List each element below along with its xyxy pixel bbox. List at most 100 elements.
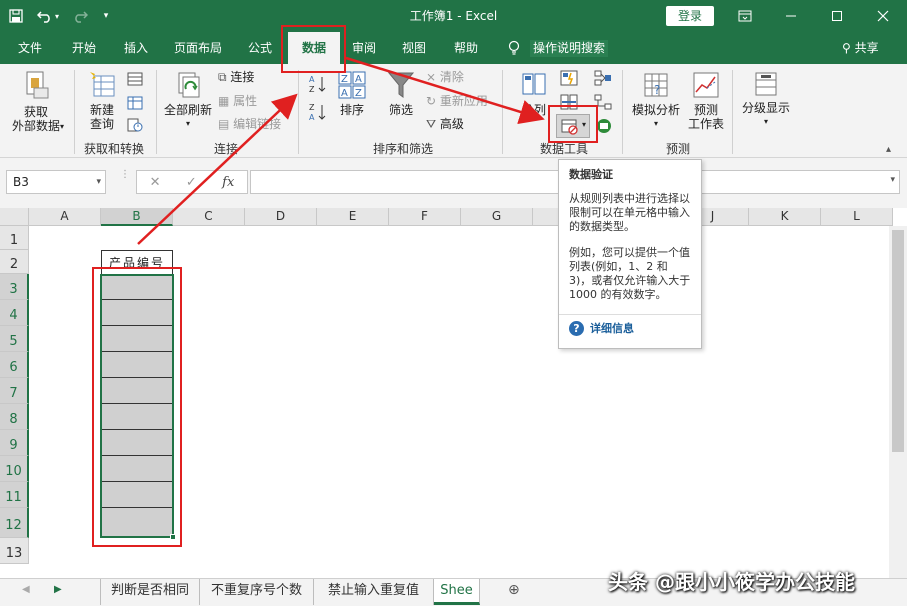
reapply-icon: ↻: [426, 94, 437, 108]
column-header-l[interactable]: L: [821, 208, 893, 226]
tab-help[interactable]: 帮助: [444, 32, 488, 64]
tell-me-search[interactable]: 操作说明搜索: [530, 40, 609, 57]
save-button[interactable]: [0, 0, 32, 32]
row-header-12[interactable]: 12: [0, 508, 29, 538]
data-model-icon[interactable]: [596, 118, 612, 134]
row-header-4[interactable]: 4: [0, 300, 29, 326]
recent-sources-icon[interactable]: [127, 118, 143, 132]
outline-button[interactable]: 分级显示 ▾: [736, 70, 796, 129]
data-validation-dropdown-icon[interactable]: ▾: [582, 120, 586, 129]
tab-formulas[interactable]: 公式: [238, 32, 282, 64]
scroll-left-icon[interactable]: ◀: [22, 584, 30, 595]
consolidate-icon[interactable]: [594, 70, 612, 86]
row-header-13[interactable]: 13: [0, 538, 29, 564]
tell-me-more-link[interactable]: ? 详细信息: [569, 321, 691, 336]
clear-filter-button[interactable]: ⨯ 清除: [426, 70, 486, 84]
get-external-data-button[interactable]: 获取 外部数据 ▾: [4, 70, 68, 133]
new-query-button[interactable]: 新建 查询: [78, 70, 126, 131]
row-header-2[interactable]: 2: [0, 250, 29, 274]
chevron-down-icon: ▾: [185, 119, 190, 128]
formula-bar-grip[interactable]: ⋮: [120, 170, 130, 180]
cell-b2[interactable]: 产品编号: [101, 250, 173, 274]
column-header-f[interactable]: F: [389, 208, 461, 226]
tab-view[interactable]: 视图: [392, 32, 436, 64]
add-sheet-icon[interactable]: ⊕: [508, 582, 520, 598]
tab-file[interactable]: 文件: [8, 32, 52, 64]
sheet-tab-unique-count[interactable]: 不重复序号个数: [200, 579, 314, 605]
column-header-e[interactable]: E: [317, 208, 389, 226]
row-header-6[interactable]: 6: [0, 352, 29, 378]
close-button[interactable]: [860, 0, 906, 32]
what-if-analysis-button[interactable]: ? 模拟分析 ▾: [628, 70, 684, 131]
undo-dropdown-icon[interactable]: ▾: [55, 12, 59, 21]
column-header-k[interactable]: K: [749, 208, 821, 226]
column-header-a[interactable]: A: [29, 208, 101, 226]
tab-home[interactable]: 开始: [62, 32, 106, 64]
chevron-down-icon[interactable]: ▾: [96, 171, 101, 193]
row-header-9[interactable]: 9: [0, 430, 29, 456]
advanced-filter-button[interactable]: ⛛ 高级: [426, 117, 486, 131]
sheet-tab-active[interactable]: Shee: [434, 579, 480, 605]
sheet-tab-no-duplicates[interactable]: 禁止输入重复值: [314, 579, 434, 605]
outline-icon: [755, 72, 777, 96]
from-table-icon[interactable]: [127, 96, 143, 110]
row-header-11[interactable]: 11: [0, 482, 29, 508]
properties-button[interactable]: ▦ 属性: [218, 94, 290, 108]
svg-text:A: A: [355, 74, 362, 85]
sort-button[interactable]: ZAAZ 排序: [332, 70, 372, 117]
row-header-3[interactable]: 3: [0, 274, 29, 300]
tab-data[interactable]: 数据: [288, 32, 340, 64]
edit-links-button[interactable]: ▤ 编辑链接: [218, 117, 294, 131]
flash-fill-icon[interactable]: [560, 70, 578, 86]
row-header-1[interactable]: 1: [0, 226, 29, 250]
properties-label: 属性: [233, 94, 258, 108]
fill-handle[interactable]: [170, 534, 176, 540]
scroll-right-icon[interactable]: ▶: [54, 584, 62, 595]
sheet-tab-same[interactable]: 判断是否相同: [100, 579, 200, 605]
data-validation-button[interactable]: ▾: [556, 114, 590, 138]
insert-function-icon[interactable]: fx: [222, 175, 234, 190]
sort-descending-icon[interactable]: ZA: [308, 102, 328, 122]
relationships-icon[interactable]: [594, 94, 612, 110]
row-header-5[interactable]: 5: [0, 326, 29, 352]
refresh-all-button[interactable]: 全部刷新 ▾: [160, 70, 216, 131]
forecast-sheet-button[interactable]: 预测 工作表: [686, 70, 726, 131]
row-header-10[interactable]: 10: [0, 456, 29, 482]
tab-insert[interactable]: 插入: [114, 32, 158, 64]
ribbon-display-options-button[interactable]: [722, 0, 768, 32]
sort-dialog-icon: Z AA Z: [338, 71, 366, 99]
svg-text:Z: Z: [341, 74, 348, 85]
login-button[interactable]: 登录: [666, 6, 714, 26]
tab-review[interactable]: 审阅: [342, 32, 386, 64]
filter-button[interactable]: 筛选: [380, 70, 422, 117]
minimize-button[interactable]: [768, 0, 814, 32]
redo-button[interactable]: [64, 0, 96, 32]
customize-qat-button[interactable]: ▾: [96, 0, 116, 32]
collapse-ribbon-button[interactable]: ▴: [886, 144, 891, 155]
share-button[interactable]: ⚲ 共享: [842, 32, 879, 64]
scrollbar-thumb[interactable]: [892, 230, 904, 452]
remove-duplicates-icon[interactable]: [560, 94, 578, 110]
cancel-icon[interactable]: ✕: [150, 175, 161, 190]
vertical-scrollbar[interactable]: [889, 226, 907, 578]
undo-button[interactable]: ▾: [32, 0, 64, 32]
name-box[interactable]: B3 ▾: [6, 170, 106, 194]
minimize-icon: [786, 15, 796, 17]
enter-icon[interactable]: ✓: [186, 175, 197, 190]
tab-page-layout[interactable]: 页面布局: [166, 32, 230, 64]
selection-b3-b12[interactable]: [100, 274, 176, 540]
maximize-button[interactable]: [814, 0, 860, 32]
column-header-c[interactable]: C: [173, 208, 245, 226]
row-header-8[interactable]: 8: [0, 404, 29, 430]
connections-button[interactable]: ⧉ 连接: [218, 70, 290, 84]
chevron-down-icon[interactable]: ▾: [890, 175, 895, 185]
text-to-columns-button[interactable]: 分列: [516, 70, 552, 117]
column-header-d[interactable]: D: [245, 208, 317, 226]
reapply-button[interactable]: ↻ 重新应用: [426, 94, 498, 108]
show-queries-icon[interactable]: [127, 72, 143, 86]
select-all-corner[interactable]: [0, 208, 29, 226]
row-header-7[interactable]: 7: [0, 378, 29, 404]
column-header-b[interactable]: B: [101, 208, 173, 226]
sort-ascending-icon[interactable]: AZ: [308, 74, 328, 94]
column-header-g[interactable]: G: [461, 208, 533, 226]
